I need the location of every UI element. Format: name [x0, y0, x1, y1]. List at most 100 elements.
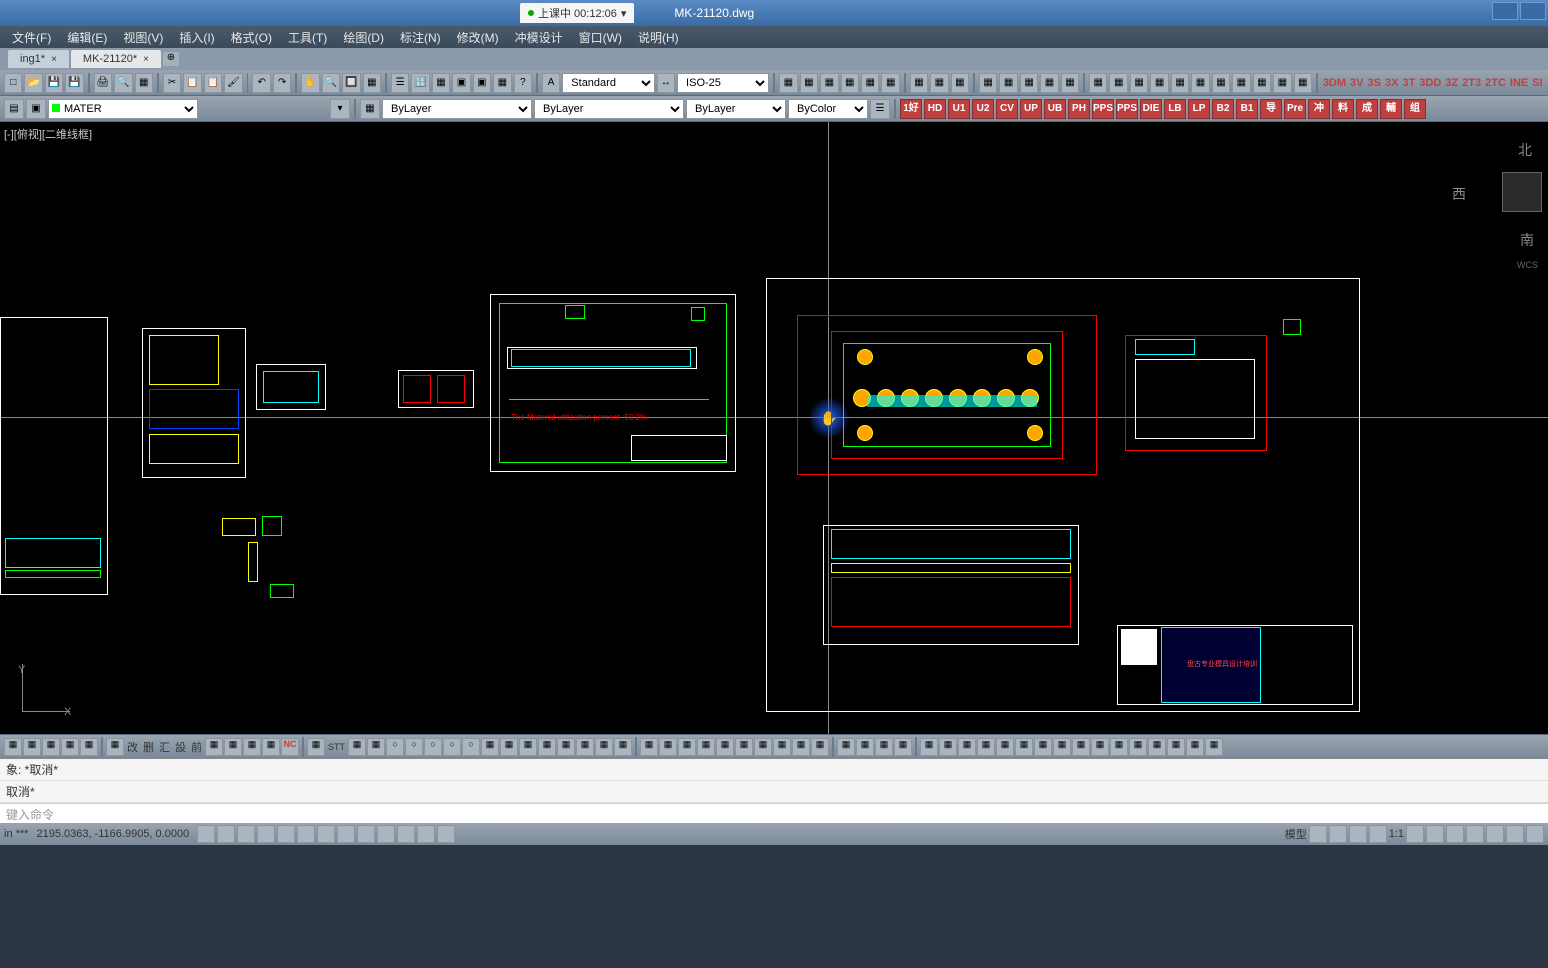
btb-17[interactable]: ○	[443, 738, 461, 756]
menu-insert[interactable]: 插入(I)	[171, 27, 222, 48]
btb-qian[interactable]: 前	[189, 739, 204, 755]
red-btn-pre[interactable]: Pre	[1284, 99, 1306, 119]
tb-icon-4[interactable]: ▦	[841, 73, 859, 93]
linetype1-select[interactable]: ByLayer	[382, 99, 532, 119]
sc-button[interactable]	[417, 825, 435, 843]
sb-r11[interactable]	[1526, 825, 1544, 843]
viewport-label[interactable]: [-][俯视][二维线框]	[4, 126, 92, 142]
layer-select[interactable]	[48, 99, 198, 119]
btb-3[interactable]: ▦	[42, 738, 60, 756]
linetype3-select[interactable]: ByLayer	[686, 99, 786, 119]
btb-19[interactable]: ▦	[481, 738, 499, 756]
tb-icon-5[interactable]: ▦	[861, 73, 879, 93]
red-btn-die[interactable]: DIE	[1140, 99, 1162, 119]
tb-icon-2[interactable]: ▦	[800, 73, 818, 93]
btb-46[interactable]: ▦	[1015, 738, 1033, 756]
session-tab[interactable]: 上课中 00:12:06 ▾	[520, 3, 634, 23]
zoom-icon[interactable]: 🔍	[322, 73, 340, 93]
btb-45[interactable]: ▦	[996, 738, 1014, 756]
dim-style-icon[interactable]: ↔	[657, 73, 675, 93]
otrack-button[interactable]	[297, 825, 315, 843]
red-btn-pps[interactable]: PPS	[1092, 99, 1114, 119]
btb-29[interactable]: ▦	[678, 738, 696, 756]
red-label-3x[interactable]: 3X	[1384, 77, 1399, 89]
red-btn-b1[interactable]: B1	[1236, 99, 1258, 119]
tb-icon-17[interactable]: ▦	[1130, 73, 1148, 93]
copy-icon[interactable]: 📋	[183, 73, 201, 93]
btb-4[interactable]: ▦	[61, 738, 79, 756]
qp-button[interactable]	[397, 825, 415, 843]
saveas-icon[interactable]: 💾	[65, 73, 83, 93]
tb-icon-18[interactable]: ▦	[1150, 73, 1168, 93]
new-icon[interactable]: □	[4, 73, 22, 93]
tb-icon-9[interactable]: ▦	[951, 73, 969, 93]
new-tab-button[interactable]: ⊕	[163, 52, 179, 66]
snap-button[interactable]	[197, 825, 215, 843]
menu-tools[interactable]: 工具(T)	[280, 27, 335, 48]
btb-41[interactable]: ▦	[920, 738, 938, 756]
am-button[interactable]	[437, 825, 455, 843]
text-style-icon[interactable]: A	[542, 73, 560, 93]
btb-54[interactable]: ▦	[1167, 738, 1185, 756]
tb-icon-12[interactable]: ▦	[1020, 73, 1038, 93]
btb-1[interactable]: ▦	[4, 738, 22, 756]
btb-13[interactable]: ▦	[367, 738, 385, 756]
lwt-button[interactable]	[357, 825, 375, 843]
btb-51[interactable]: ▦	[1110, 738, 1128, 756]
layer-icon[interactable]: ▤	[4, 99, 24, 119]
red-btn-lp[interactable]: LP	[1188, 99, 1210, 119]
btb-she[interactable]: 設	[173, 739, 188, 755]
tb-icon-15[interactable]: ▦	[1089, 73, 1107, 93]
red-label-si[interactable]: SI	[1531, 77, 1543, 89]
btb-hui[interactable]: 汇	[157, 739, 172, 755]
linetype2-select[interactable]: ByLayer	[534, 99, 684, 119]
menu-edit[interactable]: 编辑(E)	[59, 27, 115, 48]
polar-button[interactable]	[257, 825, 275, 843]
menu-help[interactable]: 说明(H)	[630, 27, 687, 48]
tb-icon-7[interactable]: ▦	[910, 73, 928, 93]
tb-icon-21[interactable]: ▦	[1212, 73, 1230, 93]
btb-31[interactable]: ▦	[716, 738, 734, 756]
btb-14[interactable]: ○	[386, 738, 404, 756]
btb-23[interactable]: ▦	[557, 738, 575, 756]
calculate-icon[interactable]: 🔢	[411, 73, 429, 93]
sb-r5[interactable]	[1406, 825, 1424, 843]
osnap-button[interactable]	[277, 825, 295, 843]
btb-44[interactable]: ▦	[977, 738, 995, 756]
btb-8[interactable]: ▦	[224, 738, 242, 756]
minimize-button[interactable]	[1492, 2, 1518, 20]
btb-38[interactable]: ▦	[856, 738, 874, 756]
btb-24[interactable]: ▦	[576, 738, 594, 756]
btb-30[interactable]: ▦	[697, 738, 715, 756]
table-icon[interactable]: ▦	[432, 73, 450, 93]
close-icon[interactable]: ×	[143, 54, 149, 65]
layer-states-icon[interactable]: ▾	[330, 99, 350, 119]
list-icon[interactable]: ☰	[870, 99, 890, 119]
red-btn-hd[interactable]: HD	[924, 99, 946, 119]
tb-icon-3[interactable]: ▦	[820, 73, 838, 93]
btb-9[interactable]: ▦	[243, 738, 261, 756]
sb-r10[interactable]	[1506, 825, 1524, 843]
tb-icon-24[interactable]: ▦	[1273, 73, 1291, 93]
dim-style-select[interactable]: ISO-25	[677, 73, 769, 93]
redo-icon[interactable]: ↷	[273, 73, 291, 93]
btb-25[interactable]: ▦	[595, 738, 613, 756]
pan-icon[interactable]: ✋	[301, 73, 319, 93]
ortho-button[interactable]	[237, 825, 255, 843]
btb-22[interactable]: ▦	[538, 738, 556, 756]
red-label-3s[interactable]: 3S	[1367, 77, 1382, 89]
btb-12[interactable]: ▦	[348, 738, 366, 756]
red-btn-ub[interactable]: UB	[1044, 99, 1066, 119]
red-label-2t3[interactable]: 2T3	[1461, 77, 1482, 89]
tb-icon-11[interactable]: ▦	[999, 73, 1017, 93]
btb-47[interactable]: ▦	[1034, 738, 1052, 756]
btb-53[interactable]: ▦	[1148, 738, 1166, 756]
sb-r2[interactable]	[1329, 825, 1347, 843]
undo-icon[interactable]: ↶	[252, 73, 270, 93]
btb-49[interactable]: ▦	[1072, 738, 1090, 756]
red-btn-lb[interactable]: LB	[1164, 99, 1186, 119]
save-icon[interactable]: 💾	[45, 73, 63, 93]
btb-gai[interactable]: 改	[125, 739, 140, 755]
sb-r9[interactable]	[1486, 825, 1504, 843]
sb-r6[interactable]	[1426, 825, 1444, 843]
